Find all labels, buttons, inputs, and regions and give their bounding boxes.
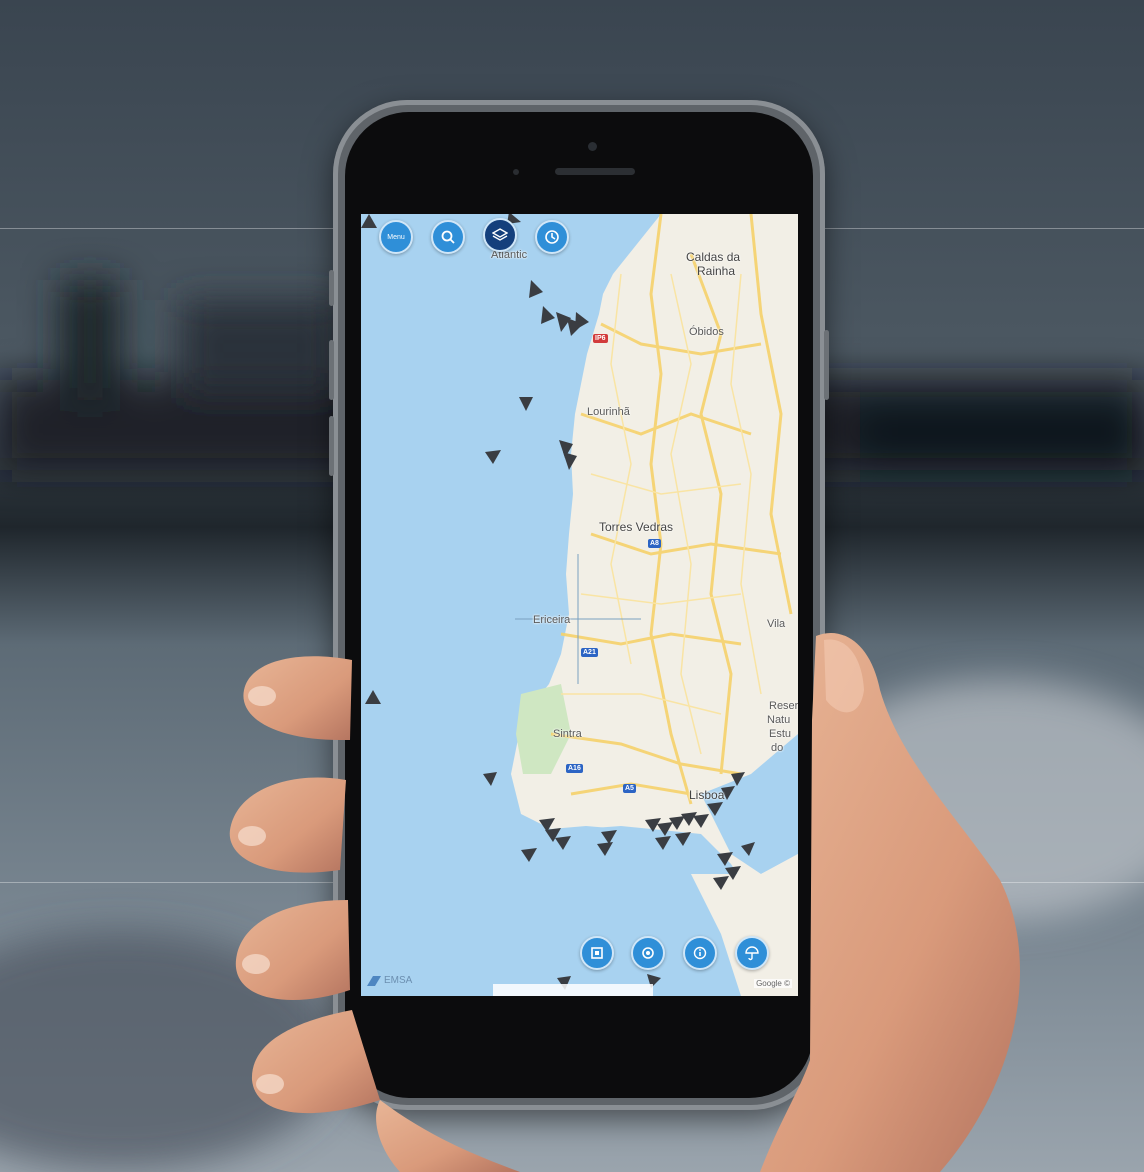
map-label-rainha: Rainha [697,264,736,278]
volume-up-button [329,340,334,400]
map-label-natural: Natu [767,714,791,726]
sensor [513,169,519,175]
map-label-vila: Vila [767,618,786,630]
road-shield-a5: A5 [623,784,636,793]
brand-label: EMSA [384,975,413,986]
app-screen[interactable]: Atlantic Caldas da Rainha Óbidos Lourinh… [361,214,798,996]
menu-button[interactable]: Menu [379,220,413,254]
fit-bounds-icon [591,947,603,959]
layers-icon [492,228,508,241]
map-label-ericeira: Ericeira [533,614,571,626]
camera-icon [588,142,597,151]
map-label-do: do [771,742,784,754]
locate-icon [642,947,654,959]
search-icon [441,230,455,244]
map-label-torres: Torres Vedras [599,520,674,534]
speaker-grille [555,168,635,175]
info-icon [693,946,707,960]
mute-switch [329,270,334,306]
brand-logo: EMSA [367,975,412,986]
menu-label: Menu [387,233,405,241]
weather-button[interactable] [735,936,769,970]
map-scale-bar [493,984,653,996]
map-label-reserva: Reser [769,700,798,712]
road-shield-ip6: IP6 [593,334,608,343]
map-label-caldas: Caldas da [686,250,741,264]
map-label-lisboa: Lisboa [689,788,725,802]
road-shield-a16: A16 [566,764,583,773]
road-shield-a21: A21 [581,648,598,657]
emsa-logo-icon [367,975,381,986]
road-shield-a8: A8 [648,539,661,548]
fit-bounds-button[interactable] [580,936,614,970]
map-canvas[interactable] [361,214,798,996]
layers-button[interactable] [483,218,517,252]
info-button[interactable] [683,936,717,970]
volume-down-button [329,416,334,476]
history-button[interactable] [535,220,569,254]
map-label-lourinha: Lourinhã [587,406,630,418]
power-button [824,330,829,400]
clock-icon [545,230,559,244]
search-button[interactable] [431,220,465,254]
map-attribution[interactable]: Google © [754,979,792,988]
map-label-sintra: Sintra [553,728,582,740]
locate-button[interactable] [631,936,665,970]
map-label-estuario: Estu [769,728,792,740]
umbrella-icon [745,946,759,961]
map-label-obidos: Óbidos [689,326,724,338]
